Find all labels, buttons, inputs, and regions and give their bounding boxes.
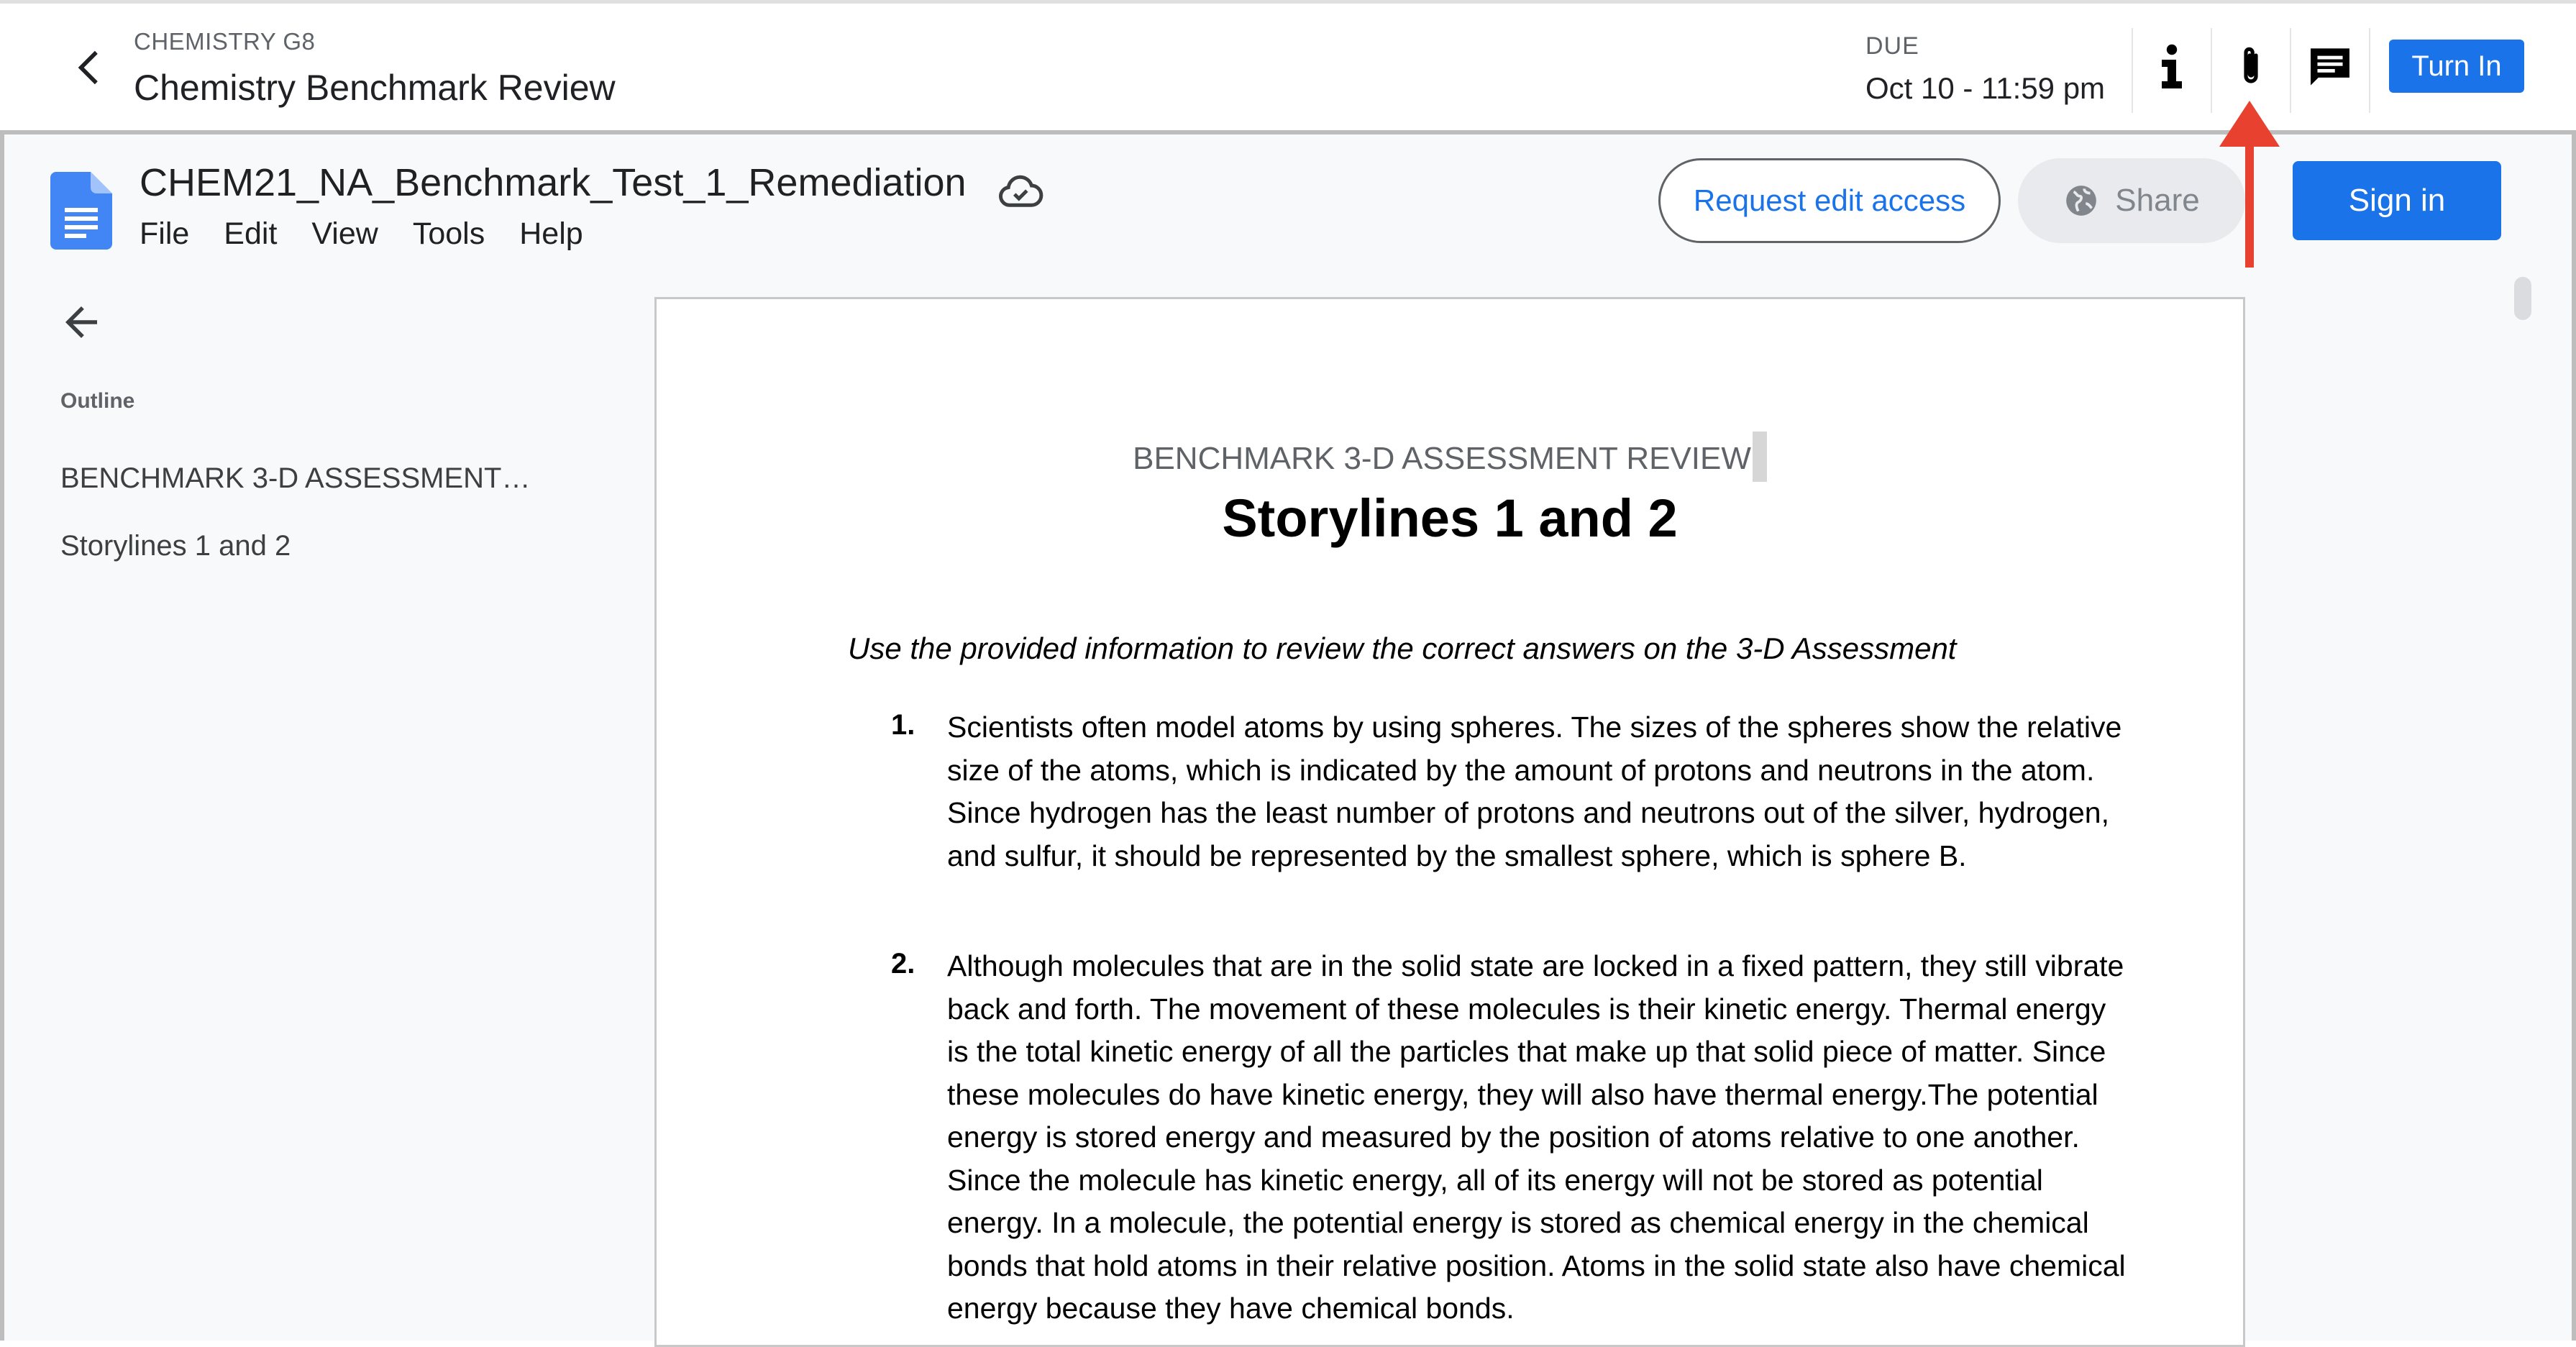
menu-view[interactable]: View <box>311 216 378 252</box>
assignment-title: Chemistry Benchmark Review <box>134 68 616 108</box>
share-button[interactable]: Share <box>2018 158 2245 243</box>
outline-item-benchmark[interactable]: BENCHMARK 3-D ASSESSMENT… <box>60 462 530 495</box>
text-cursor <box>1752 432 1767 482</box>
info-icon[interactable] <box>2146 41 2198 93</box>
page-intro: Use the provided information to review t… <box>848 631 1957 665</box>
back-arrow-icon[interactable] <box>69 45 114 90</box>
menu-edit[interactable]: Edit <box>224 216 277 252</box>
page-heading: Storylines 1 and 2 <box>1222 488 1678 548</box>
docs-menu-bar: File Edit View Tools Help <box>140 216 618 252</box>
scrollbar-thumb[interactable] <box>2514 277 2531 320</box>
divider <box>2290 28 2291 113</box>
due-date: Oct 10 - 11:59 pm <box>1865 71 2106 105</box>
divider <box>2369 28 2370 113</box>
menu-help[interactable]: Help <box>519 216 583 252</box>
sign-in-button[interactable]: Sign in <box>2293 161 2501 240</box>
classroom-top-bar: CHEMISTRY G8 Chemistry Benchmark Review … <box>0 0 2576 134</box>
divider <box>2211 28 2212 113</box>
menu-file[interactable]: File <box>140 216 189 252</box>
question-number: 1. <box>891 709 915 741</box>
question-text: Although molecules that are in the solid… <box>947 949 2126 1325</box>
outline-item-storylines[interactable]: Storylines 1 and 2 <box>60 530 291 562</box>
docs-viewer: CHEM21_NA_Benchmark_Test_1_Remediation F… <box>0 134 2576 1347</box>
divider <box>2132 28 2133 113</box>
menu-tools[interactable]: Tools <box>413 216 485 252</box>
close-outline-arrow-icon[interactable] <box>58 298 105 346</box>
share-label: Share <box>2115 183 2200 218</box>
document-title: CHEM21_NA_Benchmark_Test_1_Remediation <box>140 161 967 204</box>
comment-icon[interactable] <box>2304 41 2356 93</box>
outline-heading: Outline <box>60 389 135 413</box>
google-docs-logo-icon[interactable] <box>50 172 112 250</box>
question-text: Scientists often model atoms by using sp… <box>947 711 2122 872</box>
globe-icon <box>2066 186 2097 216</box>
course-name: CHEMISTRY G8 <box>134 28 316 55</box>
due-label: DUE <box>1865 32 1919 60</box>
document-page: BENCHMARK 3-D ASSESSMENT REVIEW Storylin… <box>654 297 2245 1347</box>
page-subtitle: BENCHMARK 3-D ASSESSMENT REVIEW <box>657 432 2243 482</box>
question-number: 2. <box>891 948 915 980</box>
cloud-saved-icon[interactable] <box>997 168 1044 215</box>
paperclip-icon[interactable] <box>2225 41 2277 93</box>
turn-in-button[interactable]: Turn In <box>2389 40 2524 93</box>
request-edit-access-button[interactable]: Request edit access <box>1658 158 2001 243</box>
